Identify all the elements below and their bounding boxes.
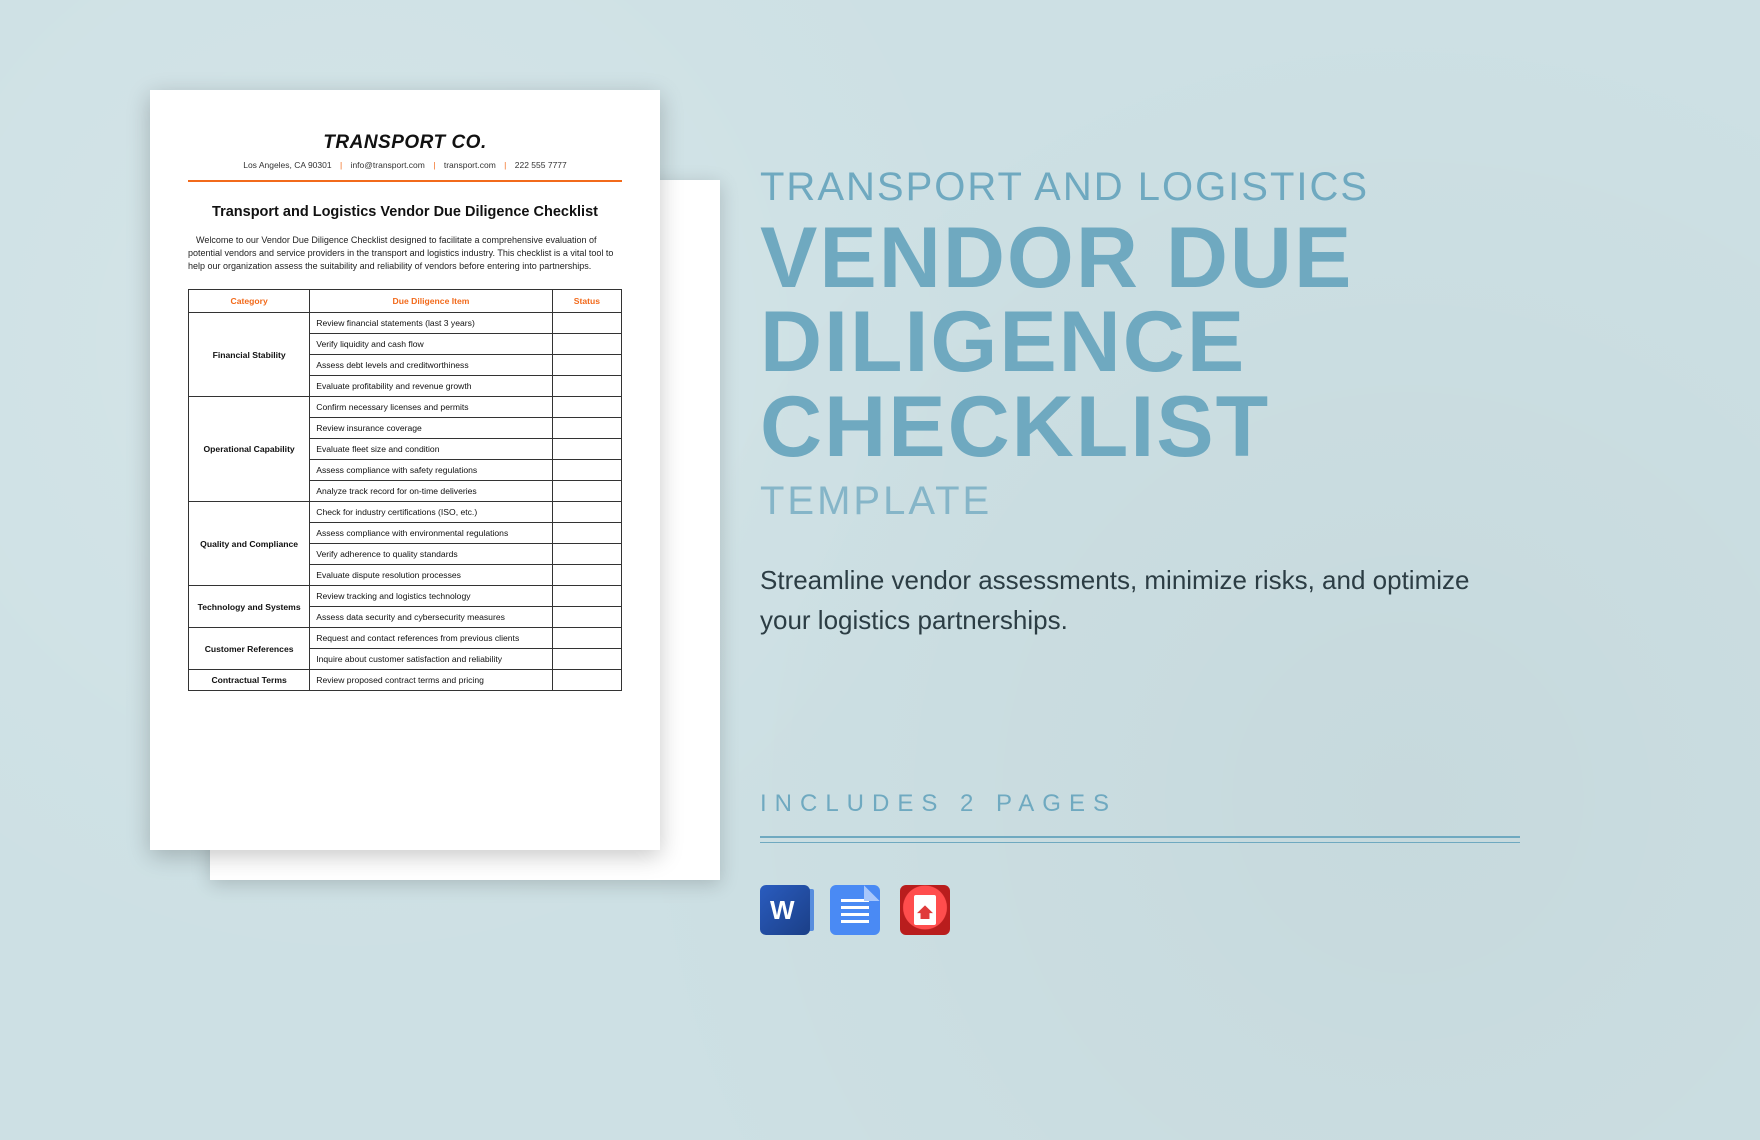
status-cell [552, 523, 621, 544]
item-cell: Evaluate profitability and revenue growt… [310, 376, 552, 397]
item-cell: Verify liquidity and cash flow [310, 334, 552, 355]
item-cell: Evaluate fleet size and condition [310, 439, 552, 460]
item-cell: Review proposed contract terms and prici… [310, 670, 552, 691]
checklist-table: Category Due Diligence Item Status Finan… [188, 289, 622, 691]
status-cell [552, 334, 621, 355]
status-cell [552, 376, 621, 397]
status-cell [552, 607, 621, 628]
promo-headline: VENDOR DUE DILIGENCE CHECKLIST [760, 216, 1620, 469]
status-cell [552, 544, 621, 565]
status-cell [552, 502, 621, 523]
status-cell [552, 649, 621, 670]
separator: | [433, 160, 435, 170]
status-cell [552, 670, 621, 691]
item-cell: Review tracking and logistics technology [310, 586, 552, 607]
category-cell: Technology and Systems [189, 586, 310, 628]
promo-blurb: Streamline vendor assessments, minimize … [760, 560, 1520, 641]
company-name: TRANSPORT CO. [188, 132, 622, 154]
item-cell: Assess compliance with safety regulation… [310, 460, 552, 481]
promo-eyebrow: TRANSPORT AND LOGISTICS [760, 165, 1620, 210]
pdf-icon[interactable] [900, 885, 950, 935]
separator: | [340, 160, 342, 170]
status-cell [552, 586, 621, 607]
contact-phone: 222 555 7777 [515, 160, 567, 170]
col-item: Due Diligence Item [310, 290, 552, 313]
status-cell [552, 313, 621, 334]
category-cell: Operational Capability [189, 397, 310, 502]
item-cell: Check for industry certifications (ISO, … [310, 502, 552, 523]
item-cell: Analyze track record for on-time deliver… [310, 481, 552, 502]
col-status: Status [552, 290, 621, 313]
col-category: Category [189, 290, 310, 313]
table-row: Quality and ComplianceCheck for industry… [189, 502, 622, 523]
item-cell: Verify adherence to quality standards [310, 544, 552, 565]
item-cell: Review insurance coverage [310, 418, 552, 439]
item-cell: Confirm necessary licenses and permits [310, 397, 552, 418]
table-header-row: Category Due Diligence Item Status [189, 290, 622, 313]
status-cell [552, 481, 621, 502]
item-cell: Request and contact references from prev… [310, 628, 552, 649]
word-icon[interactable] [760, 885, 810, 935]
table-row: Customer ReferencesRequest and contact r… [189, 628, 622, 649]
contact-address: Los Angeles, CA 90301 [243, 160, 331, 170]
category-cell: Customer References [189, 628, 310, 670]
status-cell [552, 628, 621, 649]
table-row: Financial StabilityReview financial stat… [189, 313, 622, 334]
table-row: Operational CapabilityConfirm necessary … [189, 397, 622, 418]
item-cell: Assess data security and cybersecurity m… [310, 607, 552, 628]
status-cell [552, 418, 621, 439]
status-cell [552, 397, 621, 418]
status-cell [552, 460, 621, 481]
separator: | [504, 160, 506, 170]
table-row: Contractual TermsReview proposed contrac… [189, 670, 622, 691]
item-cell: Inquire about customer satisfaction and … [310, 649, 552, 670]
includes-label: INCLUDES 2 PAGES [760, 790, 1620, 818]
status-cell [552, 355, 621, 376]
table-row: Technology and SystemsReview tracking an… [189, 586, 622, 607]
divider-line [760, 836, 1520, 843]
document-intro: Welcome to our Vendor Due Diligence Chec… [188, 234, 622, 273]
company-contact-line: Los Angeles, CA 90301 | info@transport.c… [188, 160, 622, 170]
format-icons-row [760, 885, 1620, 935]
category-cell: Quality and Compliance [189, 502, 310, 586]
document-page-1: TRANSPORT CO. Los Angeles, CA 90301 | in… [150, 90, 660, 850]
contact-email: info@transport.com [351, 160, 425, 170]
item-cell: Assess debt levels and creditworthiness [310, 355, 552, 376]
document-title: Transport and Logistics Vendor Due Dilig… [188, 204, 622, 220]
promo-panel: TRANSPORT AND LOGISTICS VENDOR DUE DILIG… [760, 165, 1620, 935]
contact-site: transport.com [444, 160, 496, 170]
promo-subhead: TEMPLATE [760, 479, 1620, 524]
status-cell [552, 565, 621, 586]
google-docs-icon[interactable] [830, 885, 880, 935]
item-cell: Evaluate dispute resolution processes [310, 565, 552, 586]
horizontal-rule [188, 180, 622, 182]
status-cell [552, 439, 621, 460]
item-cell: Review financial statements (last 3 year… [310, 313, 552, 334]
item-cell: Assess compliance with environmental reg… [310, 523, 552, 544]
category-cell: Contractual Terms [189, 670, 310, 691]
category-cell: Financial Stability [189, 313, 310, 397]
